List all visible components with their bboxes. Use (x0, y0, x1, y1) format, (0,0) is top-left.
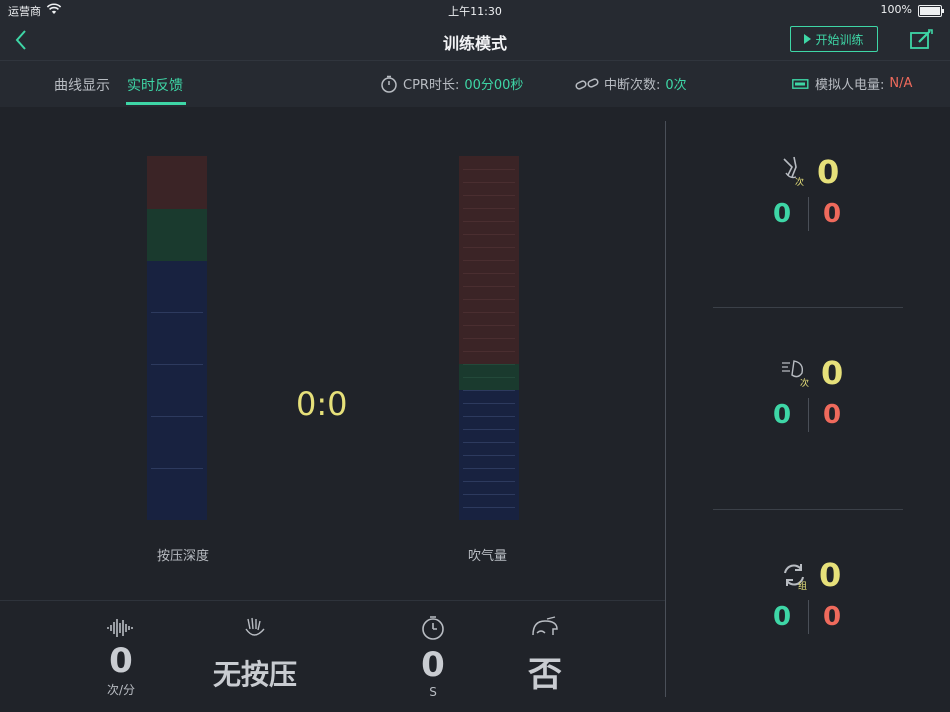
clock: 上午11:30 (448, 5, 502, 18)
cpr-duration-value: 00分00秒 (464, 78, 524, 93)
airway-open-status: 否 (522, 615, 568, 696)
interruption-duration-unit: S (429, 685, 437, 699)
breath-wrong: 0 (823, 400, 842, 430)
manikin-battery-value: N/A (889, 76, 913, 91)
cycle-correct: 0 (773, 602, 792, 632)
gauge-tick (463, 390, 515, 391)
interruption-duration-value: 0 (421, 645, 445, 685)
gauge-zone-over (147, 156, 207, 209)
compression-rate-value: 0 (109, 641, 133, 681)
compression-status-value: 无按压 (212, 658, 297, 691)
active-tab-indicator (126, 102, 186, 105)
breath-volume-label: 吹气量 (468, 549, 508, 564)
tab-bar: 曲线显示 实时反馈 CPR时长: 00分00秒 中断次数: 0次 模拟人电量: … (0, 61, 950, 107)
nav-bar: 训练模式 开始训练 (0, 20, 950, 61)
compression-depth-gauge (147, 156, 207, 520)
gauge-tick (151, 416, 203, 417)
hands-compression-icon (245, 617, 265, 636)
status-bar: 运营商 上午11:30 100% (0, 0, 950, 20)
breath-volume-gauge (459, 156, 519, 520)
broken-link-icon (575, 77, 599, 90)
battery-percent: 100% (880, 3, 912, 16)
gauge-tick (463, 351, 515, 352)
compression-correct: 0 (773, 199, 792, 229)
interrupt-count-value: 0次 (665, 78, 687, 93)
cpr-duration: CPR时长: 00分00秒 (380, 74, 523, 93)
gauge-tick (463, 377, 515, 378)
cycle-group-badge: 组 (798, 582, 808, 592)
gauge-tick (463, 273, 515, 274)
gauge-tick (151, 364, 203, 365)
battery-icon (792, 78, 809, 89)
tab-realtime-feedback[interactable]: 实时反馈 (127, 75, 183, 95)
gauge-tick (463, 455, 515, 456)
compression-rate-unit: 次/分 (106, 683, 136, 697)
breath-total: 0 (821, 354, 844, 392)
gauge-tick (463, 221, 515, 222)
gauge-zone-under (147, 261, 207, 520)
head-tilt-icon (532, 616, 558, 636)
gauge-tick (463, 182, 515, 183)
stopwatch-icon (422, 616, 444, 640)
cycle-total: 0 (819, 556, 842, 594)
stat-separator (808, 197, 809, 231)
gauge-tick (463, 234, 515, 235)
feedback-panel: 按压深度 0:0 吹气量 次 0 0 0 次 0 0 0 组 0 0 0 0 次… (0, 107, 950, 712)
stat-separator (808, 600, 809, 634)
compression-breath-ratio: 0:0 (296, 385, 348, 423)
gauge-tick (463, 442, 515, 443)
start-training-button[interactable]: 开始训练 (790, 26, 878, 52)
gauge-tick (463, 195, 515, 196)
gauge-tick (463, 286, 515, 287)
gauge-tick (463, 325, 515, 326)
gauge-tick (463, 364, 515, 365)
battery-icon (918, 5, 944, 17)
airway-open-value: 否 (528, 655, 562, 695)
gauge-tick (463, 299, 515, 300)
tab-curve-display[interactable]: 曲线显示 (54, 75, 110, 95)
start-training-label: 开始训练 (815, 32, 864, 47)
breath-correct: 0 (773, 400, 792, 430)
gauge-tick (463, 312, 515, 313)
vertical-divider (665, 121, 666, 697)
gauge-tick (463, 429, 515, 430)
group-divider (713, 307, 903, 308)
gauge-tick (463, 416, 515, 417)
compression-status: 无按压 (205, 615, 305, 693)
manikin-battery-label: 模拟人电量: (815, 78, 885, 93)
compression-depth-label: 按压深度 (157, 549, 210, 564)
gauge-tick (463, 507, 515, 508)
gauge-tick (463, 247, 515, 248)
compression-rate: 0 次/分 (96, 617, 146, 698)
compression-count-badge: 次 (795, 178, 805, 188)
compression-total: 0 (817, 153, 840, 191)
cpr-duration-label: CPR时长: (403, 78, 460, 93)
gauge-tick (463, 260, 515, 261)
edit-icon (910, 29, 933, 49)
gauge-tick (463, 494, 515, 495)
group-divider (713, 509, 903, 510)
edit-button[interactable] (908, 28, 934, 52)
stat-separator (808, 398, 809, 432)
gauge-tick (463, 338, 515, 339)
play-icon (804, 34, 812, 44)
gauge-tick (151, 312, 203, 313)
interrupt-count-label: 中断次数: (604, 78, 661, 93)
stopwatch-icon (381, 75, 397, 93)
horizontal-divider (0, 600, 665, 601)
interruption-duration: 0 S (410, 615, 456, 699)
interrupt-count: 中断次数: 0次 (575, 74, 687, 93)
manikin-battery: 模拟人电量: N/A (792, 74, 912, 93)
breath-count-badge: 次 (800, 379, 810, 389)
gauge-tick (151, 468, 203, 469)
gauge-tick (463, 169, 515, 170)
gauge-tick (463, 403, 515, 404)
gauge-tick (463, 481, 515, 482)
sound-wave-icon (107, 619, 133, 637)
compression-wrong: 0 (823, 199, 842, 229)
gauge-zone-target (147, 209, 207, 261)
cycle-wrong: 0 (823, 602, 842, 632)
gauge-tick (463, 208, 515, 209)
gauge-tick (463, 468, 515, 469)
